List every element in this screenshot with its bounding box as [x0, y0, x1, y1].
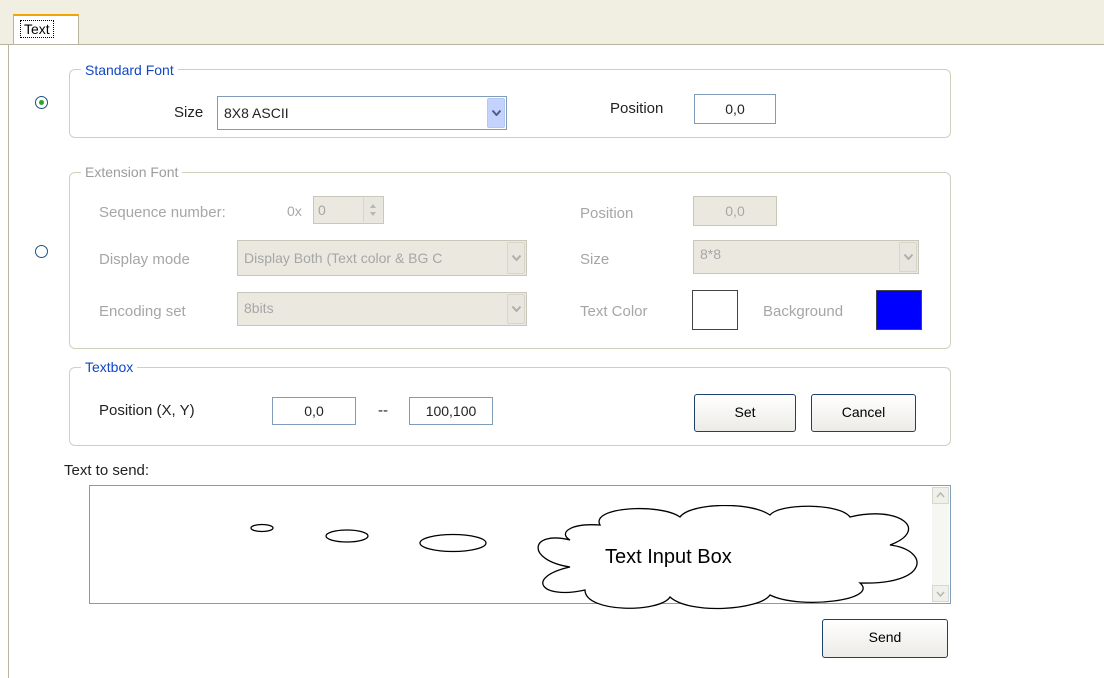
scroll-up-icon[interactable]: [932, 487, 949, 504]
display-mode-value: Display Both (Text color & BG C: [244, 250, 443, 266]
textarea-scrollbar[interactable]: [932, 487, 949, 602]
chevron-down-icon[interactable]: [899, 242, 917, 272]
display-mode-select[interactable]: Display Both (Text color & BG C: [237, 240, 527, 276]
standard-font-radio[interactable]: [35, 96, 48, 109]
standard-size-select[interactable]: 8X8 ASCII: [217, 96, 507, 130]
encoding-set-select[interactable]: 8bits: [237, 292, 527, 326]
background-color-swatch[interactable]: [876, 290, 922, 330]
extension-font-legend: Extension Font: [81, 164, 183, 180]
encoding-set-value: 8bits: [244, 300, 274, 316]
cancel-button[interactable]: Cancel: [811, 394, 916, 432]
range-separator: --: [378, 402, 388, 419]
standard-position-label: Position: [610, 100, 664, 117]
standard-position-value: 0,0: [725, 101, 745, 117]
callout-text: Text Input Box: [605, 546, 732, 568]
set-button[interactable]: Set: [694, 394, 796, 432]
tab-text[interactable]: Text: [13, 14, 79, 44]
sequence-number-value: 0: [318, 202, 326, 218]
textbox-position-label: Position (X, Y): [99, 402, 195, 419]
textbox-from-input[interactable]: 0,0: [272, 397, 356, 425]
textbox-from-value: 0,0: [304, 403, 324, 419]
extension-position-label: Position: [580, 205, 634, 222]
textbox-to-input[interactable]: 100,100: [409, 397, 493, 425]
text-color-swatch[interactable]: [692, 290, 738, 330]
text-to-send-label: Text to send:: [64, 462, 150, 479]
extension-font-radio[interactable]: [35, 245, 48, 258]
standard-font-legend: Standard Font: [81, 62, 178, 78]
display-mode-label: Display mode: [99, 251, 190, 268]
tab-text-label: Text: [20, 20, 54, 38]
extension-size-value: 8*8: [700, 246, 722, 262]
standard-position-input[interactable]: 0,0: [694, 94, 776, 124]
text-color-label: Text Color: [580, 303, 648, 320]
send-button[interactable]: Send: [822, 619, 948, 658]
sequence-number-spinner[interactable]: 0: [313, 196, 384, 224]
chevron-down-icon[interactable]: [487, 98, 505, 128]
extension-size-label: Size: [580, 251, 610, 268]
standard-size-value: 8X8 ASCII: [224, 105, 289, 121]
radio-selected-dot: [39, 100, 44, 105]
sequence-number-label: Sequence number:: [99, 204, 226, 221]
standard-size-label: Size: [174, 104, 204, 121]
hex-prefix-label: 0x: [287, 203, 302, 219]
extension-position-input[interactable]: 0,0: [693, 196, 777, 226]
thought-cloud-callout: [250, 505, 918, 610]
textbox-to-value: 100,100: [425, 403, 477, 419]
extension-position-value: 0,0: [725, 203, 745, 219]
encoding-set-label: Encoding set: [99, 303, 186, 320]
background-label: Background: [763, 303, 844, 320]
extension-size-select[interactable]: 8*8: [693, 240, 919, 274]
spinner-arrows-icon[interactable]: [363, 198, 382, 222]
scroll-down-icon[interactable]: [932, 585, 949, 602]
textbox-legend: Textbox: [81, 359, 138, 375]
chevron-down-icon[interactable]: [507, 242, 525, 274]
tab-strip: [0, 0, 1104, 45]
chevron-down-icon[interactable]: [507, 294, 525, 324]
